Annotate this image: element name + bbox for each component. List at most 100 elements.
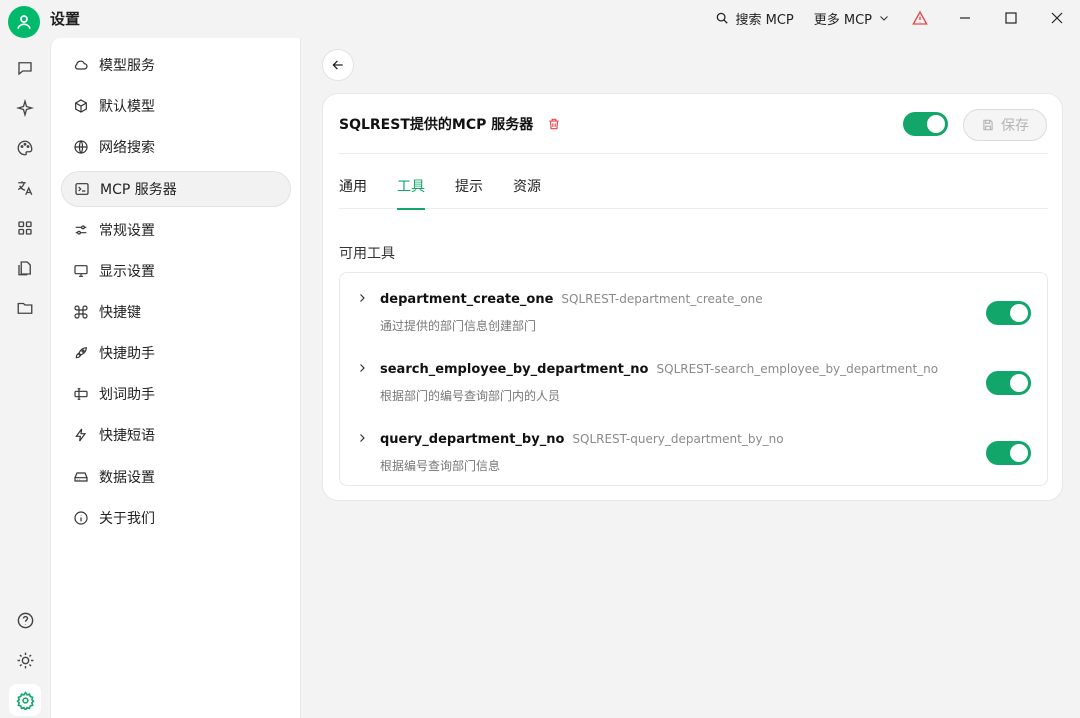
settings-sidebar: 模型服务 默认模型 网络搜索 MCP 服务器 常规设置 显示设置 快捷键 快捷助… [50, 38, 301, 718]
sidebar-item-quick-assistant[interactable]: 快捷助手 [61, 335, 291, 371]
server-header: SQLREST提供的MCP 服务器 保存 [339, 94, 1048, 154]
maximize-icon [1005, 12, 1017, 24]
list-item[interactable]: query_department_by_no SQLREST-query_depa… [340, 417, 1047, 487]
warning-button[interactable] [900, 0, 942, 36]
sidebar-item-label: 划词助手 [99, 387, 155, 403]
search-mcp-button[interactable]: 搜索 MCP [705, 0, 803, 36]
server-tabs: 通用 工具 提示 资源 [339, 166, 1048, 210]
close-button[interactable] [1034, 0, 1080, 36]
sliders-icon [75, 225, 87, 235]
sidebar-item-web-search[interactable]: 网络搜索 [61, 129, 291, 165]
save-button[interactable]: 保存 [963, 109, 1047, 141]
monitor-icon [74, 265, 88, 277]
more-mcp-dropdown[interactable]: 更多 MCP [804, 0, 900, 36]
sidebar-item-general-settings[interactable]: 常规设置 [61, 212, 291, 248]
title-bar: 设置 搜索 MCP 更多 MCP [0, 0, 1080, 38]
zap-icon [75, 428, 87, 442]
more-mcp-label: 更多 MCP [813, 12, 872, 28]
rocket-icon [75, 347, 87, 359]
tool-name: search_employee_by_department_no [380, 362, 649, 377]
sidebar-item-data-settings[interactable]: 数据设置 [61, 459, 291, 495]
rail-paint-button[interactable] [9, 132, 41, 164]
maximize-button[interactable] [988, 0, 1034, 36]
help-icon [17, 612, 33, 628]
sparkle-icon [16, 99, 34, 117]
tab-prompts[interactable]: 提示 [455, 166, 483, 209]
sidebar-item-model-services[interactable]: 模型服务 [61, 47, 291, 83]
tool-description: 根据编号查询部门信息 [380, 459, 501, 473]
minimize-button[interactable] [942, 0, 988, 36]
sidebar-item-label: 快捷短语 [99, 428, 155, 444]
rail-theme-button[interactable] [9, 644, 41, 676]
sidebar-item-label: 网络搜索 [99, 140, 155, 156]
search-icon [717, 12, 729, 24]
chevron-right-icon[interactable] [356, 432, 368, 444]
tool-enable-toggle[interactable] [986, 371, 1031, 395]
delete-server-button[interactable] [547, 117, 561, 131]
sidebar-item-label: 默认模型 [99, 99, 155, 115]
gear-icon [15, 690, 35, 710]
rail-apps-button[interactable] [9, 212, 41, 244]
command-icon [74, 305, 88, 319]
sidebar-item-selection-assistant[interactable]: 划词助手 [61, 376, 291, 412]
rail-folder-button[interactable] [9, 292, 41, 324]
folder-icon [17, 302, 33, 314]
minimize-icon [960, 17, 970, 19]
tool-name: department_create_one [380, 292, 554, 307]
tool-list: department_create_one SQLREST-department_… [339, 272, 1048, 486]
page-title: 设置 [50, 10, 81, 28]
text-cursor-icon [74, 388, 88, 400]
sidebar-item-label: 常规设置 [99, 223, 155, 239]
tab-general[interactable]: 通用 [339, 166, 367, 209]
tool-description: 根据部门的编号查询部门内的人员 [380, 389, 561, 403]
palette-icon [17, 140, 33, 156]
translate-icon [17, 181, 33, 196]
terminal-icon [75, 183, 89, 195]
tool-id: SQLREST-query_department_by_no [572, 432, 784, 446]
sidebar-item-about[interactable]: 关于我们 [61, 500, 291, 536]
globe-icon [74, 140, 88, 154]
tab-resources[interactable]: 资源 [513, 166, 541, 209]
sidebar-item-shortcuts[interactable]: 快捷键 [61, 294, 291, 330]
tool-id: SQLREST-search_employee_by_department_no [656, 362, 939, 376]
cube-icon [75, 99, 87, 113]
file-icon [18, 261, 31, 276]
close-icon [1051, 12, 1063, 24]
sidebar-item-label: 模型服务 [99, 58, 155, 74]
rail-translate-button[interactable] [9, 172, 41, 204]
sidebar-item-quick-phrases[interactable]: 快捷短语 [61, 417, 291, 453]
tool-enable-toggle[interactable] [986, 301, 1031, 325]
back-button[interactable] [322, 49, 354, 81]
mcp-server-card: SQLREST提供的MCP 服务器 保存 通用 工具 提示 资源 可用工具 de… [322, 93, 1063, 501]
save-icon [983, 119, 993, 131]
sidebar-item-label: 数据设置 [99, 470, 155, 486]
rail-help-button[interactable] [9, 604, 41, 636]
list-item[interactable]: department_create_one SQLREST-department_… [340, 277, 1047, 347]
sidebar-item-display-settings[interactable]: 显示设置 [61, 253, 291, 289]
rail-agents-button[interactable] [9, 92, 41, 124]
server-enable-toggle[interactable] [903, 112, 948, 136]
rail-chat-button[interactable] [9, 52, 41, 84]
chevron-right-icon[interactable] [356, 292, 368, 304]
tool-enable-toggle[interactable] [986, 441, 1031, 465]
sidebar-item-default-model[interactable]: 默认模型 [61, 88, 291, 124]
list-item[interactable]: search_employee_by_department_no SQLREST-… [340, 347, 1047, 417]
rail-files-button[interactable] [9, 252, 41, 284]
save-label: 保存 [1001, 118, 1029, 134]
grid-icon [18, 221, 32, 235]
tool-description: 通过提供的部门信息创建部门 [380, 319, 537, 333]
arrow-left-icon [332, 60, 343, 70]
info-icon [74, 511, 88, 525]
cloud-icon [74, 60, 88, 70]
tab-tools[interactable]: 工具 [397, 166, 425, 210]
trash-icon [549, 118, 559, 129]
sidebar-item-label: 快捷助手 [99, 346, 155, 362]
sidebar-item-mcp-servers[interactable]: MCP 服务器 [61, 171, 291, 207]
tool-id: SQLREST-department_create_one [561, 292, 763, 306]
rail-settings-button[interactable] [9, 684, 41, 716]
sidebar-item-label: MCP 服务器 [100, 182, 177, 198]
chevron-right-icon[interactable] [356, 362, 368, 374]
user-avatar[interactable] [8, 6, 40, 38]
sun-icon [17, 652, 33, 668]
available-tools-title: 可用工具 [339, 246, 395, 262]
